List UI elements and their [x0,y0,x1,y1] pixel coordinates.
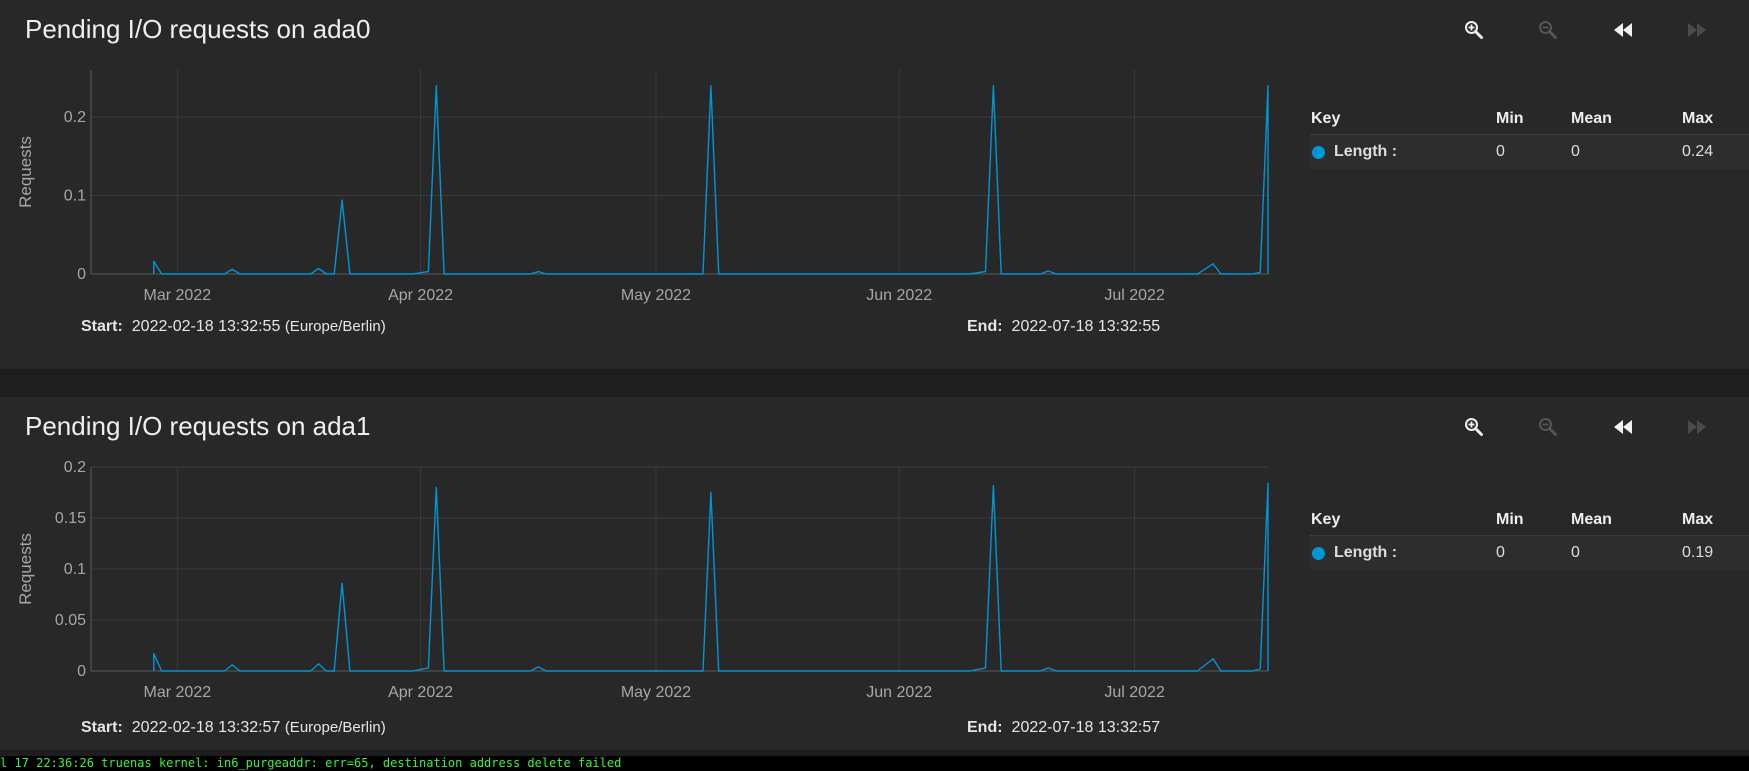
timezone-label: (Europe/Berlin) [284,719,386,736]
y-tick-label: 0.1 [64,188,86,205]
chart-toolbar [1449,409,1749,445]
report-card-ada1: Pending I/O requests on ada1 Mar 2022 Ap… [0,397,1749,750]
step-backward-button[interactable] [1605,409,1641,445]
legend-key: Length : [1334,544,1398,561]
legend-header-mean: Mean [1571,511,1612,528]
zoom-in-icon [1465,418,1483,436]
chart-legend: Key Min Mean Max Length : 0 0 0.19 [1310,505,1749,570]
legend-header-min: Min [1496,511,1524,528]
y-axis-label: Requests [16,533,35,605]
end-value: 2022-07-18 13:32:55 [1011,318,1161,335]
legend-min: 0 [1496,143,1505,160]
legend-header-min: Min [1496,110,1524,127]
end-label: End: [967,719,1003,736]
legend-header-max: Max [1682,110,1714,127]
series-line-length [153,482,1269,672]
start-time: Start: 2022-02-18 13:32:55 (Europe/Berlin… [81,318,386,336]
step-backward-icon [1614,23,1632,37]
pending-io-chart: Mar 2022 Apr 2022 May 2022 Jun 2022 Jul 2022… [16,70,1269,304]
legend-mean: 0 [1571,143,1580,160]
end-time: End: 2022-07-18 13:32:55 [967,318,1160,336]
zoom-in-icon [1465,21,1483,39]
legend-row-length[interactable]: Length : 0 0 0.24 [1310,135,1749,169]
card-title: Pending I/O requests on ada1 [25,411,371,441]
x-tick-label: May 2022 [621,287,691,304]
zoom-out-icon [1539,418,1557,436]
y-tick-label: 0.15 [55,510,86,527]
x-tick-label: Jun 2022 [866,684,932,701]
end-label: End: [967,318,1003,335]
report-card-ada0: Pending I/O requests on ada0 Mar 2022 Ap… [0,0,1749,369]
y-tick-label: 0 [77,663,86,680]
zoom-in-button[interactable] [1456,12,1492,48]
console-message-bar: l 17 22:36:26 truenas kernel: in6_purgea… [0,756,1749,771]
start-label: Start: [81,318,123,335]
y-tick-label: 0.2 [64,459,86,476]
legend-row-length[interactable]: Length : 0 0 0.19 [1310,536,1749,570]
legend-min: 0 [1496,544,1505,561]
step-forward-icon [1688,420,1706,434]
end-time: End: 2022-07-18 13:32:57 [967,719,1160,737]
y-tick-label: 0.2 [64,109,86,126]
x-tick-label: May 2022 [621,684,691,701]
x-tick-label: Mar 2022 [144,287,212,304]
legend-header-max: Max [1682,511,1714,528]
end-value: 2022-07-18 13:32:57 [1011,719,1161,736]
step-backward-icon [1614,420,1632,434]
y-tick-label: 0.05 [55,612,86,629]
step-forward-button[interactable] [1679,409,1715,445]
legend-header: Key Min Mean Max [1310,104,1749,135]
x-tick-label: Apr 2022 [388,287,453,304]
card-title: Pending I/O requests on ada0 [25,14,371,44]
x-tick-label: Jun 2022 [866,287,932,304]
y-tick-label: 0.1 [64,561,86,578]
x-tick-label: Jul 2022 [1104,684,1165,701]
y-axis-label: Requests [16,136,35,208]
step-forward-button[interactable] [1679,12,1715,48]
chart-toolbar [1449,12,1749,48]
x-tick-label: Jul 2022 [1104,287,1165,304]
legend-key: Length : [1334,143,1398,160]
y-tick-label: 0 [77,266,86,283]
start-value: 2022-02-18 13:32:55 [131,318,281,335]
zoom-in-button[interactable] [1456,409,1492,445]
step-backward-button[interactable] [1605,12,1641,48]
zoom-out-icon [1539,21,1557,39]
legend-mean: 0 [1571,544,1580,561]
series-color-swatch [1312,146,1325,159]
timezone-label: (Europe/Berlin) [284,318,386,335]
legend-max: 0.24 [1682,143,1714,160]
legend-header: Key Min Mean Max [1310,505,1749,536]
series-line-length [153,85,1269,275]
zoom-out-button[interactable] [1530,12,1566,48]
start-value: 2022-02-18 13:32:57 [131,719,281,736]
series-color-swatch [1312,547,1325,560]
start-label: Start: [81,719,123,736]
legend-header-key: Key [1311,110,1341,127]
step-forward-icon [1688,23,1706,37]
legend-max: 0.19 [1682,544,1714,561]
pending-io-chart: Mar 2022 Apr 2022 May 2022 Jun 2022 Jul 2022… [16,459,1269,701]
legend-header-mean: Mean [1571,110,1612,127]
zoom-out-button[interactable] [1530,409,1566,445]
x-tick-label: Mar 2022 [144,684,212,701]
legend-header-key: Key [1311,511,1341,528]
chart-legend: Key Min Mean Max Length : 0 0 0.24 [1310,104,1749,169]
x-tick-label: Apr 2022 [388,684,453,701]
start-time: Start: 2022-02-18 13:32:57 (Europe/Berlin… [81,719,386,737]
